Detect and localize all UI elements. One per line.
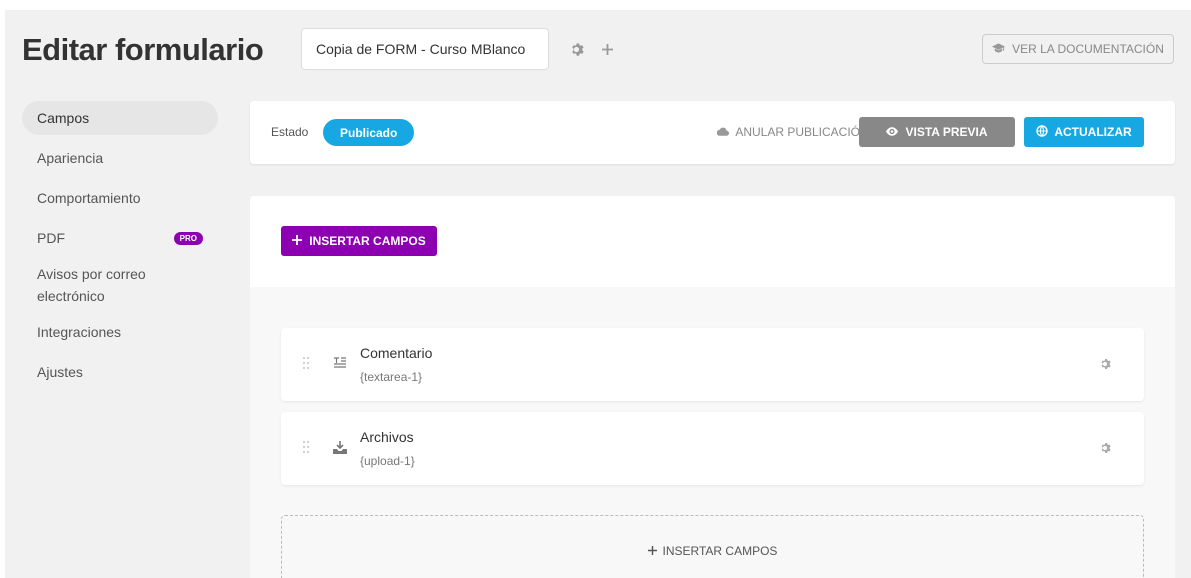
field-title: Archivos	[360, 429, 414, 445]
unpublish-button[interactable]: ANULAR PUBLICACIÓN	[713, 117, 873, 147]
preview-button[interactable]: VISTA PREVIA	[859, 117, 1015, 147]
status-label: Estado	[271, 125, 309, 139]
sidebar-item-label: Avisos por correo electrónico	[37, 266, 146, 304]
gear-icon[interactable]	[1096, 439, 1114, 457]
preview-label: VISTA PREVIA	[905, 125, 988, 139]
insert-fields-button[interactable]: INSERTAR CAMPOS	[281, 226, 437, 256]
app-frame: Editar formulario Copia de FORM - Curso …	[5, 10, 1191, 578]
form-name-field[interactable]: Copia de FORM - Curso MBlanco	[301, 28, 549, 70]
field-title: Comentario	[360, 345, 433, 361]
globe-icon	[1036, 124, 1049, 140]
sidebar-item-comportamiento[interactable]: Comportamiento	[22, 181, 218, 215]
form-name-text: Copia de FORM - Curso MBlanco	[316, 41, 526, 57]
sidebar-item-apariencia[interactable]: Apariencia	[22, 141, 218, 175]
page-title: Editar formulario	[22, 32, 264, 67]
status-badge: Publicado	[323, 119, 415, 146]
insert-fields-dropzone-label: INSERTAR CAMPOS	[662, 544, 778, 558]
plus-icon[interactable]	[596, 38, 618, 60]
sidebar-item-integraciones[interactable]: Integraciones	[22, 315, 218, 349]
sidebar: Campos Apariencia Comportamiento PDF PRO…	[22, 101, 218, 395]
sidebar-item-ajustes[interactable]: Ajustes	[22, 355, 218, 389]
sidebar-item-label: Apariencia	[37, 150, 104, 166]
fields-list: Comentario {textarea-1} Archivos {upload…	[250, 287, 1175, 578]
plus-icon	[292, 234, 303, 248]
documentation-button[interactable]: VER LA DOCUMENTACIÓN	[982, 34, 1174, 64]
field-row[interactable]: Comentario {textarea-1}	[281, 328, 1144, 401]
sidebar-item-pdf[interactable]: PDF PRO	[22, 221, 218, 255]
textarea-icon	[331, 354, 349, 372]
insert-fields-label: INSERTAR CAMPOS	[309, 234, 426, 248]
eye-icon	[886, 125, 899, 139]
field-key: {textarea-1}	[360, 370, 423, 384]
sidebar-item-campos[interactable]: Campos	[22, 101, 218, 135]
sidebar-item-label: Comportamiento	[37, 190, 141, 206]
graduation-cap-icon	[992, 42, 1006, 56]
update-label: ACTUALIZAR	[1054, 125, 1132, 139]
sidebar-item-label: Integraciones	[37, 324, 122, 340]
sidebar-item-label: PDF	[37, 230, 65, 246]
upload-icon	[331, 438, 349, 456]
update-button[interactable]: ACTUALIZAR	[1024, 117, 1144, 147]
gear-icon[interactable]	[565, 38, 587, 60]
status-bar: Estado Publicado ANULAR PUBLICACIÓN VIST…	[250, 101, 1175, 164]
cloud-icon	[717, 125, 730, 139]
drag-handle-icon[interactable]	[302, 440, 312, 456]
pro-badge: PRO	[173, 231, 203, 245]
insert-fields-panel: INSERTAR CAMPOS	[250, 196, 1175, 287]
field-key: {upload-1}	[360, 454, 415, 468]
drag-handle-icon[interactable]	[302, 356, 312, 372]
plus-icon	[647, 544, 657, 558]
documentation-button-label: VER LA DOCUMENTACIÓN	[1012, 42, 1164, 56]
field-row[interactable]: Archivos {upload-1}	[281, 412, 1144, 485]
sidebar-item-avisos[interactable]: Avisos por correo electrónico	[22, 261, 172, 309]
unpublish-label: ANULAR PUBLICACIÓN	[735, 125, 869, 139]
sidebar-item-label: Campos	[37, 110, 90, 126]
gear-icon[interactable]	[1096, 355, 1114, 373]
insert-fields-dropzone[interactable]: INSERTAR CAMPOS	[281, 515, 1144, 578]
sidebar-item-label: Ajustes	[37, 364, 83, 380]
